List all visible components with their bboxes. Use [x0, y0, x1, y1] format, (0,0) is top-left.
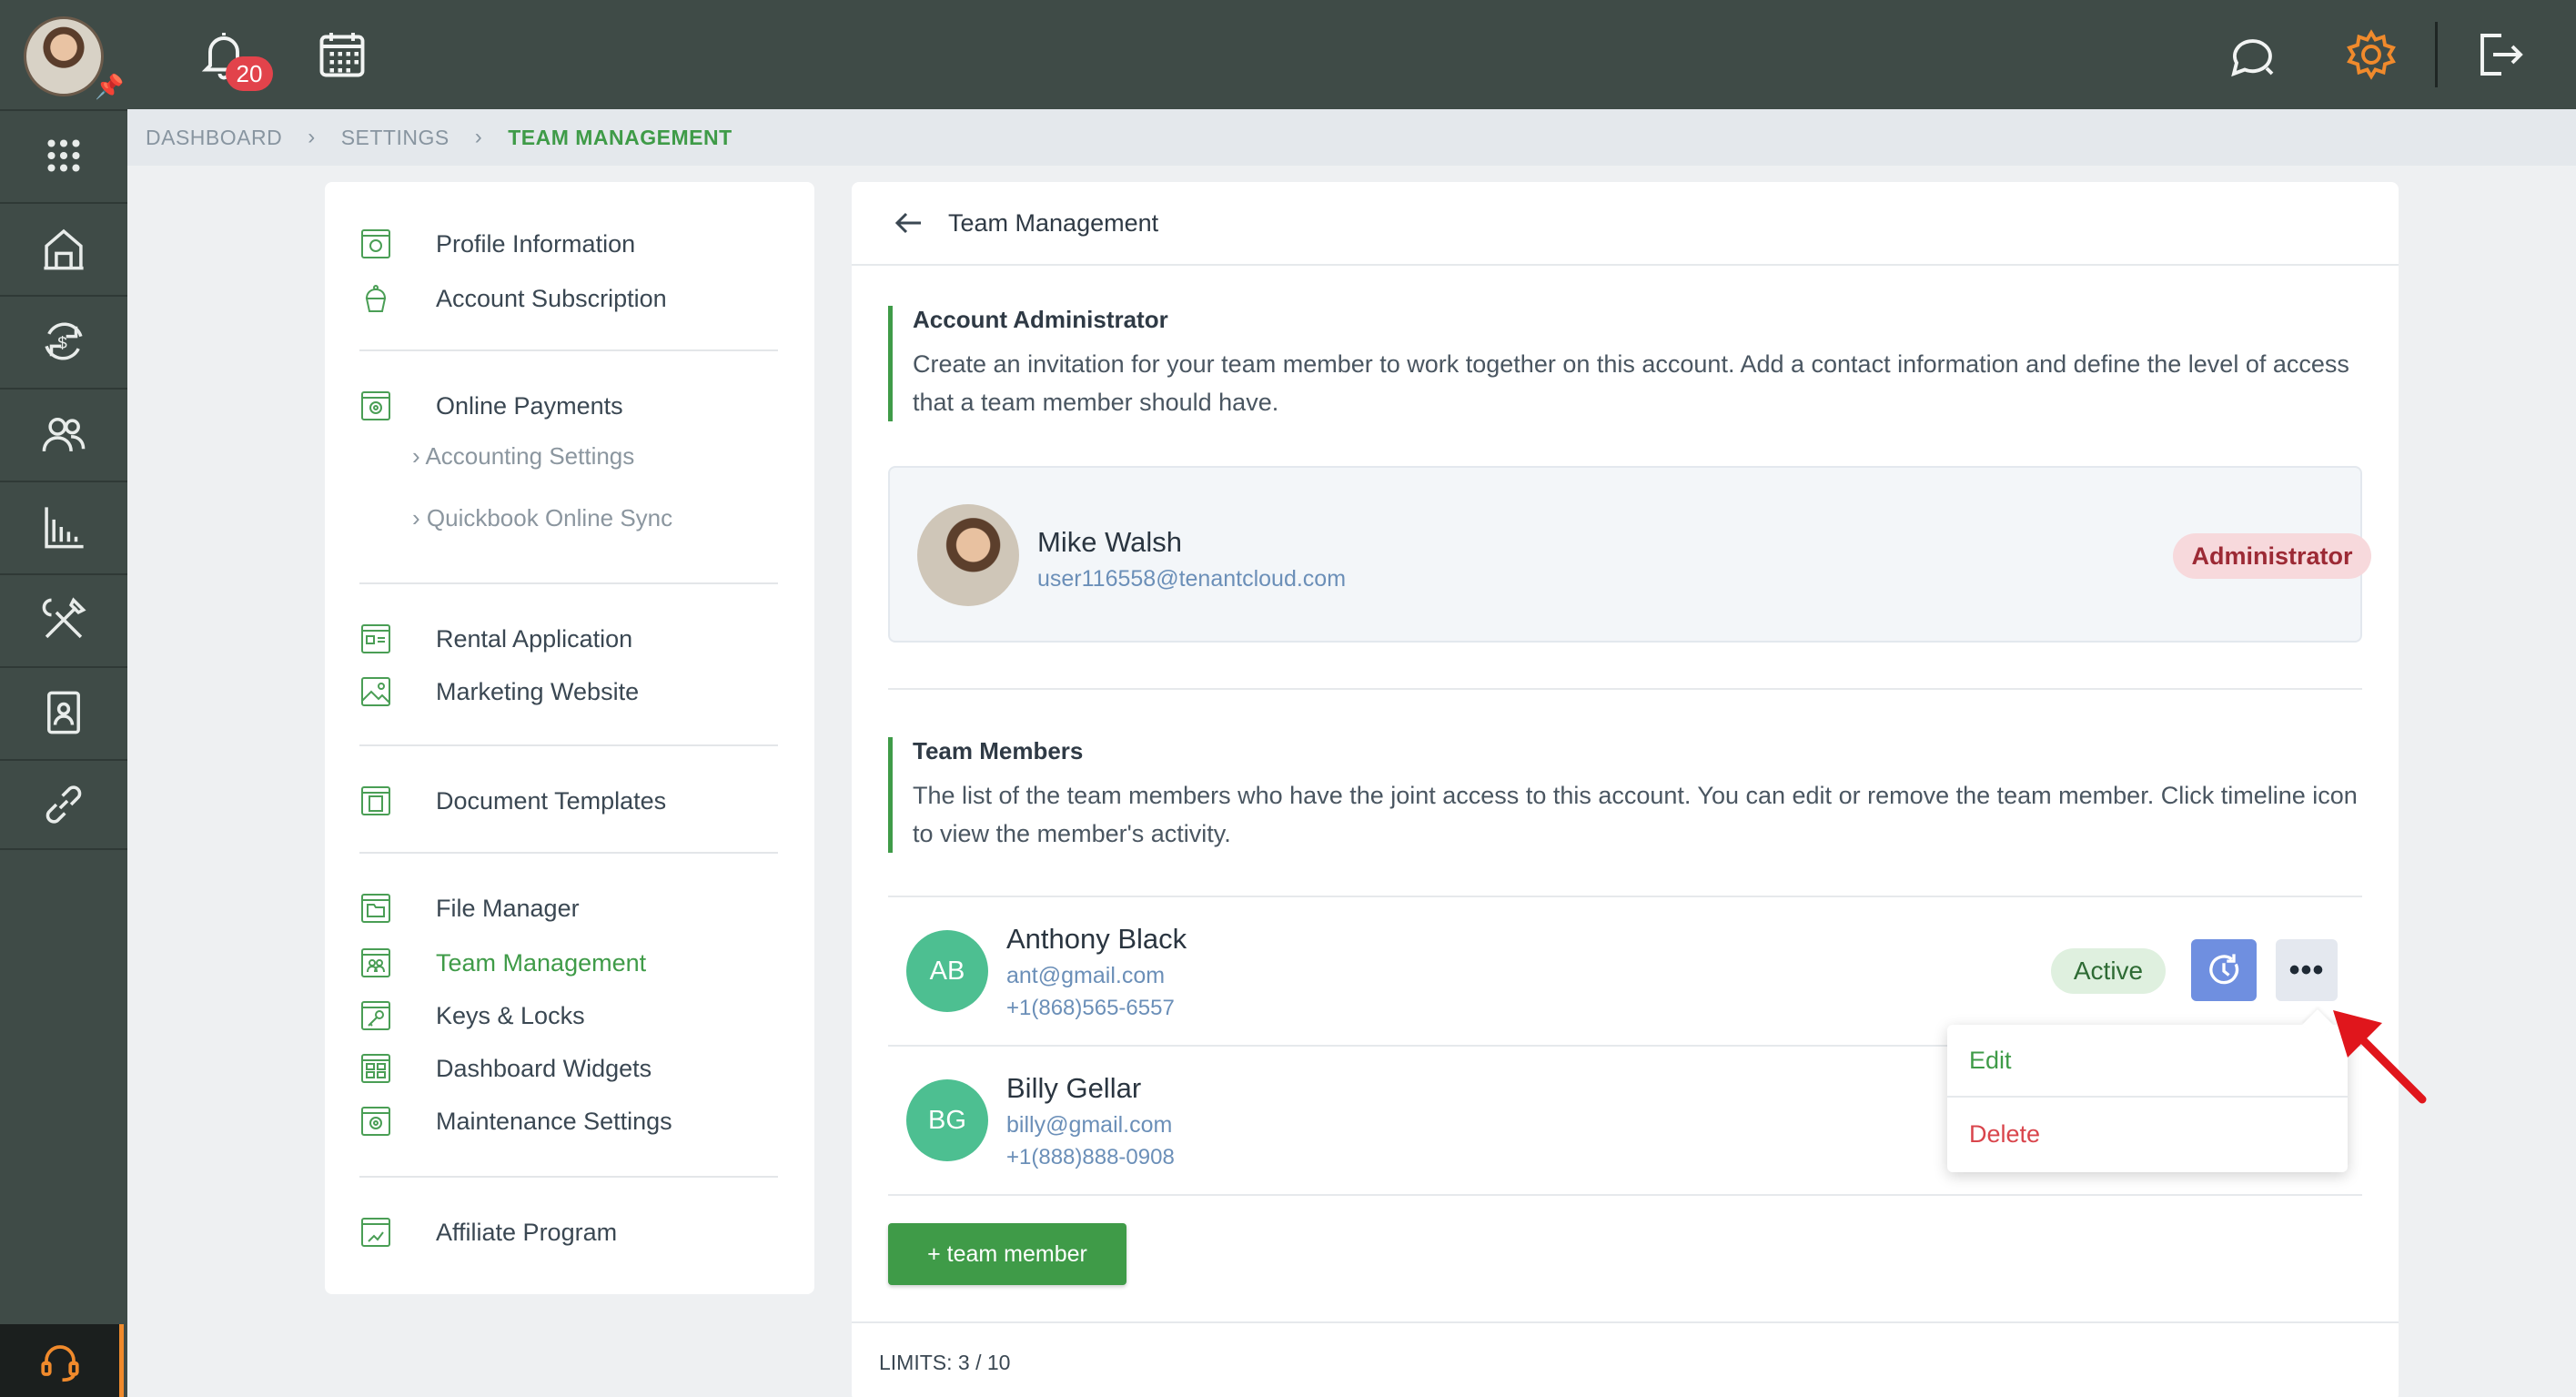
menu-account-subscription[interactable]: Account Subscription: [359, 278, 667, 319]
top-bar: 20: [127, 0, 2576, 109]
admin-name: Mike Walsh: [1037, 526, 1183, 558]
menu-file-manager[interactable]: File Manager: [359, 888, 580, 928]
admin-section: Account Administrator Create an invitati…: [888, 306, 2364, 421]
user-avatar[interactable]: [24, 16, 104, 96]
members-section-description: The list of the team members who have th…: [913, 782, 2358, 847]
submenu-quickbook-online-sync[interactable]: › Quickbook Online Sync: [412, 504, 672, 532]
application-form-icon: [359, 623, 392, 655]
topbar-divider: [2435, 22, 2438, 87]
member-name: Billy Gellar: [1006, 1072, 1142, 1104]
admin-email[interactable]: user116558@tenantcloud.com: [1037, 566, 1346, 592]
breadcrumb-chevron-icon: ›: [308, 125, 316, 149]
admin-section-description: Create an invitation for your team membe…: [913, 350, 2349, 416]
member-phone[interactable]: +1(888)888-0908: [1006, 1145, 1175, 1170]
messages-chat-icon[interactable]: [2226, 27, 2280, 86]
member-avatar: AB: [906, 930, 988, 1012]
annotation-arrow-icon: [2333, 1010, 2427, 1104]
menu-divider: [359, 1176, 778, 1178]
menu-team-management[interactable]: Team Management: [359, 943, 646, 983]
user-avatar-area[interactable]: 📌: [0, 0, 127, 109]
team-icon: [359, 947, 392, 979]
cupcake-icon: [359, 282, 392, 315]
footer-divider: [852, 1321, 2399, 1323]
add-team-member-button[interactable]: + team member: [888, 1223, 1126, 1285]
status-badge: Active: [2051, 948, 2166, 994]
breadcrumb-team-management: TEAM MANAGEMENT: [508, 125, 732, 149]
menu-rental-application[interactable]: Rental Application: [359, 619, 632, 659]
panel-header: Team Management: [852, 182, 2399, 266]
folder-icon: [359, 892, 392, 925]
breadcrumb-dashboard[interactable]: DASHBOARD: [146, 126, 282, 150]
payments-icon: [359, 390, 392, 422]
menu-divider: [359, 582, 778, 584]
edit-menu-item[interactable]: Edit: [1947, 1025, 2348, 1098]
left-sidebar: 📌 $: [0, 0, 127, 1397]
menu-profile-information[interactable]: Profile Information: [359, 224, 635, 264]
member-name: Anthony Black: [1006, 923, 1187, 955]
settings-gear-icon[interactable]: [2344, 27, 2399, 86]
member-row: AB Anthony Black ant@gmail.com +1(868)56…: [888, 897, 2362, 1045]
profile-icon: [359, 228, 392, 260]
support-headset-icon[interactable]: [0, 1324, 124, 1397]
affiliate-icon: [359, 1216, 392, 1249]
document-template-icon: [359, 785, 392, 817]
breadcrumb-settings[interactable]: SETTINGS: [341, 126, 450, 150]
users-icon[interactable]: [0, 388, 127, 479]
maintenance-gear-icon: [359, 1105, 392, 1138]
member-email[interactable]: ant@gmail.com: [1006, 963, 1165, 989]
limits-counter: LIMITS: 3 / 10: [879, 1351, 1011, 1374]
reports-icon[interactable]: [0, 481, 127, 572]
settings-menu: Profile Information Account Subscription…: [325, 182, 814, 1294]
calendar-icon[interactable]: [315, 27, 369, 86]
image-icon: [359, 675, 392, 708]
pin-icon[interactable]: 📌: [95, 73, 124, 101]
menu-divider: [359, 744, 778, 746]
submenu-accounting-settings[interactable]: › Accounting Settings: [412, 442, 634, 471]
admin-avatar: [917, 504, 1019, 606]
admin-section-heading: Account Administrator: [913, 306, 1168, 333]
member-actions-dropdown: Edit Delete: [1947, 1009, 2348, 1172]
list-divider: [888, 1194, 2362, 1196]
menu-divider: [359, 349, 778, 351]
member-phone[interactable]: +1(868)565-6557: [1006, 996, 1175, 1021]
menu-keys-locks[interactable]: Keys & Locks: [359, 996, 585, 1036]
documents-icon[interactable]: [0, 666, 127, 757]
menu-affiliate-program[interactable]: Affiliate Program: [359, 1212, 617, 1252]
breadcrumb-chevron-icon: ›: [474, 125, 483, 149]
menu-dashboard-widgets[interactable]: Dashboard Widgets: [359, 1048, 652, 1088]
members-section: Team Members The list of the team member…: [888, 737, 2364, 853]
svg-text:$: $: [57, 334, 67, 353]
admin-role-badge: Administrator: [2173, 533, 2371, 579]
menu-marketing-website[interactable]: Marketing Website: [359, 672, 639, 712]
member-avatar: BG: [906, 1079, 988, 1161]
members-section-heading: Team Members: [913, 737, 1084, 764]
link-icon[interactable]: [0, 759, 127, 850]
breadcrumb: DASHBOARD › SETTINGS › TEAM MANAGEMENT: [127, 109, 2576, 166]
timeline-button[interactable]: [2191, 939, 2257, 1001]
menu-online-payments[interactable]: Online Payments: [359, 386, 623, 426]
menu-divider: [359, 852, 778, 854]
section-divider: [888, 688, 2362, 690]
page-title: Team Management: [948, 208, 1159, 237]
menu-maintenance-settings[interactable]: Maintenance Settings: [359, 1101, 672, 1141]
properties-icon[interactable]: [0, 202, 127, 293]
key-icon: [359, 999, 392, 1032]
widgets-grid-icon: [359, 1052, 392, 1085]
accounting-icon[interactable]: $: [0, 295, 127, 386]
apps-grid-icon[interactable]: [0, 109, 127, 200]
member-email[interactable]: billy@gmail.com: [1006, 1112, 1172, 1139]
menu-document-templates[interactable]: Document Templates: [359, 781, 666, 821]
notifications-count-badge: 20: [226, 56, 273, 91]
timeline-history-icon: [2209, 954, 2239, 985]
maintenance-tools-icon[interactable]: [0, 573, 127, 664]
back-arrow-icon[interactable]: [890, 205, 926, 241]
delete-menu-item[interactable]: Delete: [1947, 1098, 2348, 1170]
admin-card: Mike Walsh user116558@tenantcloud.com Ad…: [888, 466, 2371, 643]
team-management-panel: Team Management Account Administrator Cr…: [852, 182, 2399, 1397]
logout-icon[interactable]: [2471, 27, 2526, 86]
